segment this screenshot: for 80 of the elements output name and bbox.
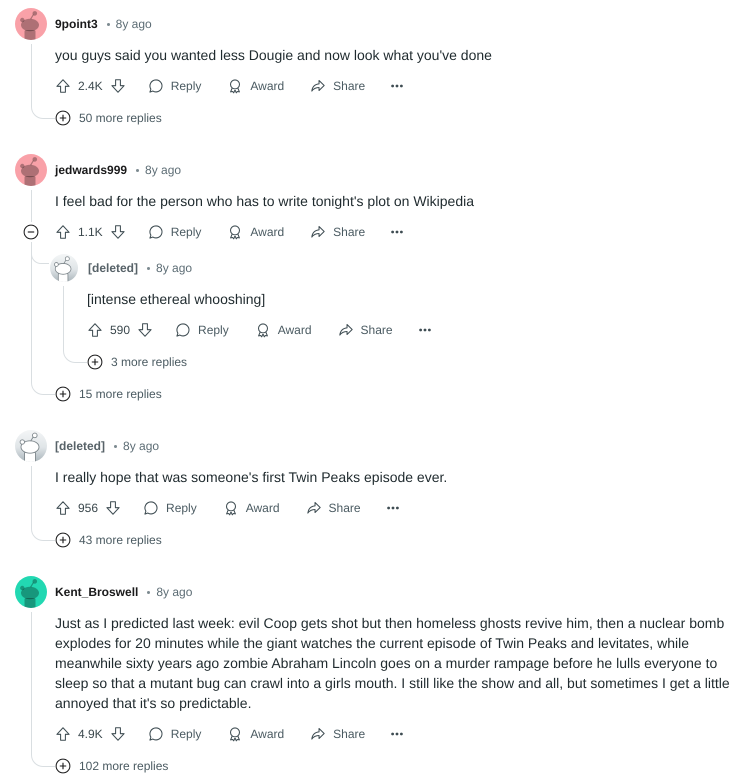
downvote-icon [137,322,154,338]
timestamp: 8y ago [156,585,192,599]
reply-button[interactable]: Reply [140,719,210,749]
share-icon [310,78,326,94]
award-button[interactable]: Award [219,217,292,247]
award-button[interactable]: Award [246,315,320,345]
award-button[interactable]: Award [219,719,292,749]
share-icon [310,224,326,240]
separator-dot-icon [147,266,150,270]
upvote-icon [55,726,71,742]
plus-circle-icon [55,386,71,402]
vote-count: 956 [78,501,98,515]
comment-text: you guys said you wanted less Dougie and now look what you've done [55,46,493,65]
downvote-icon [105,500,122,516]
award-button[interactable]: Award [219,71,292,101]
share-icon [310,726,326,742]
more-icon [391,732,404,736]
share-button[interactable]: Share [302,217,374,247]
thread-connector [31,104,55,119]
vote-count: 590 [110,323,130,337]
speech-bubble-icon [175,322,192,338]
speech-bubble-icon [148,224,164,240]
share-button[interactable]: Share [330,315,401,345]
share-button[interactable]: Share [302,719,374,749]
vote-count: 1.1K [78,225,103,239]
speech-bubble-icon [148,78,164,94]
timestamp: 8y ago [123,439,160,453]
username[interactable]: jedwards999 [55,163,128,177]
award-button[interactable]: Award [214,493,288,523]
upvote-icon [55,500,71,516]
timestamp: 8y ago [156,261,192,275]
more-replies-button[interactable]: 102 more replies [55,754,168,778]
reply-button[interactable]: Reply [167,315,237,345]
vote-count: 4.9K [78,727,103,741]
comment-text: I feel bad for the person who has to write tonight's plot on Wikipedia [55,192,476,211]
thread-connector [63,348,87,363]
username[interactable]: [deleted] [88,261,138,275]
more-icon [386,506,399,510]
comment-text: [intense ethereal whooshing] [87,290,266,309]
timestamp: 8y ago [116,17,152,31]
thread-connector [31,752,55,767]
plus-circle-icon [55,110,71,126]
downvote-icon [110,726,126,742]
downvote-icon [110,224,126,240]
more-replies-button[interactable]: 50 more replies [55,106,162,130]
more-replies-button[interactable]: 3 more replies [87,350,188,374]
downvote-icon [110,78,126,94]
upvote-icon [55,224,71,240]
plus-circle-icon [87,354,103,370]
minus-circle-icon [23,224,39,240]
more-icon [391,84,404,88]
reply-button[interactable]: Reply [140,217,210,247]
username[interactable]: Kent_Broswell [55,585,138,599]
username[interactable]: [deleted] [55,439,106,453]
separator-dot-icon [136,168,140,172]
comment-text: I really hope that was someone's first Twin Peaks episode ever. [55,468,448,487]
comment-text: Just as I predicted last week: evil Coop gets shot but then homeless ghosts revive him, then a nuclear bomb explodes for 20 minutes while the giant watches the current episode of Twin Peaks and levitates, while meanwhile sixty years ago zombie Abraham Lincoln goes on a murder rampage before he lulls everyone to sleep so that a mutant bug can crawl into a girls mouth. I still like the show and all, but sometimes I get a little annoyed that it's so predictable. [55,614,731,713]
plus-circle-icon [55,532,71,548]
username[interactable]: 9point3 [55,17,98,31]
more-replies-button[interactable]: 43 more replies [55,528,162,552]
reply-button[interactable]: Reply [140,71,210,101]
separator-dot-icon [114,444,118,448]
share-button[interactable]: Share [298,493,369,523]
more-icon [391,230,404,234]
share-icon [306,500,322,516]
reply-button[interactable]: Reply [135,493,205,523]
speech-bubble-icon [148,726,164,742]
timestamp: 8y ago [145,163,182,177]
share-icon [338,322,354,338]
upvote-icon [87,322,103,338]
vote-count: 2.4K [78,79,103,93]
upvote-icon [55,78,71,94]
more-icon [418,328,431,332]
separator-dot-icon [147,590,150,594]
plus-circle-icon [55,758,71,774]
thread-connector [31,526,55,541]
more-replies-button[interactable]: 15 more replies [55,382,162,406]
separator-dot-icon [106,22,110,26]
speech-bubble-icon [143,500,160,516]
share-button[interactable]: Share [302,71,374,101]
